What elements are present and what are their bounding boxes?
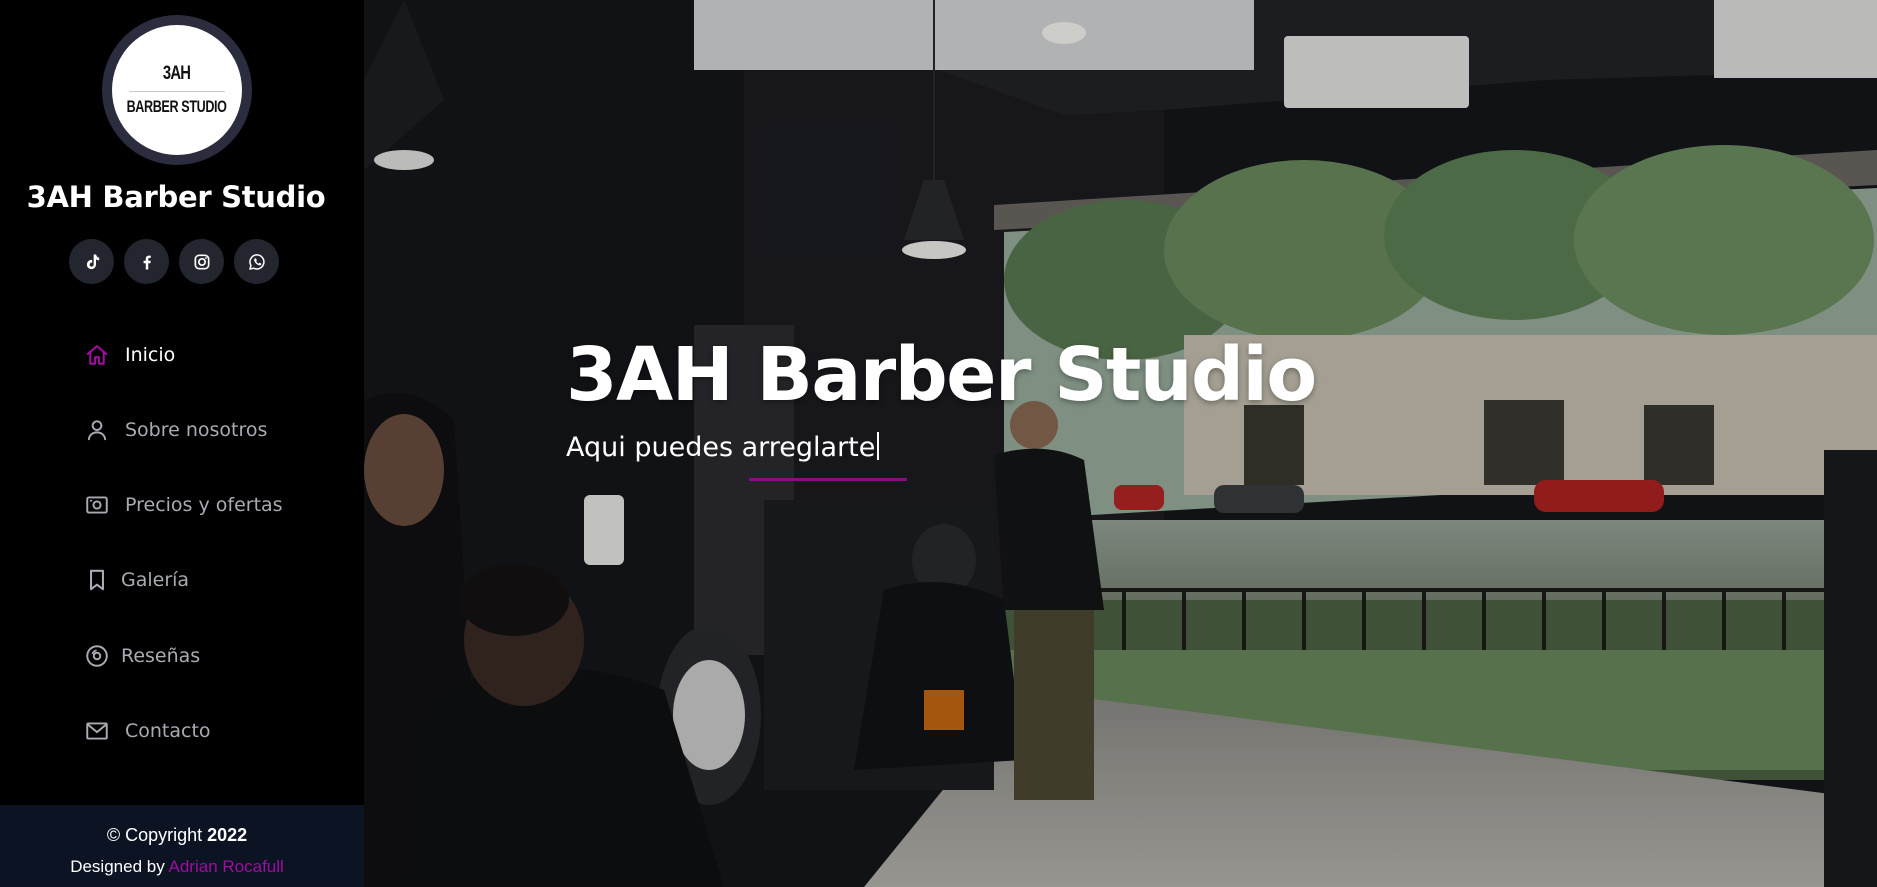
camera-icon	[82, 490, 112, 520]
logo[interactable]: 3AH BARBER STUDIO	[102, 15, 252, 165]
designed-by-prefix: Designed by	[70, 857, 165, 876]
nav-item-sobre-nosotros[interactable]: Sobre nosotros	[82, 415, 267, 445]
nav-label-inicio: Inicio	[125, 344, 176, 366]
sidebar-footer: © Copyright 2022 Designed by Adrian Roca…	[0, 805, 364, 887]
copyright-prefix: © Copyright	[106, 825, 203, 845]
social-links	[69, 239, 279, 284]
hero-subtitle-underline	[749, 478, 907, 481]
nav-label-galeria: Galería	[121, 569, 190, 591]
brand-name[interactable]: 3AH Barber Studio	[0, 180, 352, 214]
logo-disc: 3AH BARBER STUDIO	[112, 25, 242, 155]
logo-divider	[129, 91, 225, 92]
bookmark-icon	[82, 565, 112, 595]
home-icon	[82, 340, 112, 370]
designer-link[interactable]: Adrian Rocafull	[169, 857, 284, 876]
disc-icon	[82, 641, 112, 671]
facebook-link[interactable]	[124, 239, 169, 284]
hero-subtitle-wrap: Aqui puedes arreglarte	[566, 432, 907, 481]
nav-item-contacto[interactable]: Contacto	[82, 716, 211, 746]
hero-section: 3AH Barber Studio Aqui puedes arreglarte	[364, 0, 1877, 887]
instagram-link[interactable]	[179, 239, 224, 284]
nav-item-galeria[interactable]: Galería	[82, 565, 189, 595]
nav-item-inicio[interactable]: Inicio	[82, 340, 175, 370]
copyright-year: 2022	[207, 825, 248, 845]
typing-caret	[877, 432, 880, 460]
logo-text-top: 3AH	[163, 63, 191, 84]
whatsapp-link[interactable]	[234, 239, 279, 284]
instagram-icon	[194, 254, 209, 269]
nav-label-precios-y-ofertas: Precios y ofertas	[125, 494, 283, 516]
tiktok-icon	[86, 254, 99, 269]
nav-label-sobre-nosotros: Sobre nosotros	[125, 419, 268, 441]
designer-credit: Designed by Adrian Rocafull	[0, 857, 354, 877]
hero-title: 3AH Barber Studio	[566, 332, 1317, 418]
whatsapp-icon	[248, 253, 265, 270]
hero-text: 3AH Barber Studio Aqui puedes arreglarte	[566, 332, 1317, 481]
nav-item-resenas[interactable]: Reseñas	[82, 641, 200, 671]
nav-item-precios-y-ofertas[interactable]: Precios y ofertas	[82, 490, 283, 520]
tiktok-link[interactable]	[69, 239, 114, 284]
nav-label-resenas: Reseñas	[121, 645, 201, 667]
copyright-text: © Copyright 2022	[0, 825, 354, 846]
sidebar: 3AH BARBER STUDIO 3AH Barber Studio Inic…	[0, 0, 364, 887]
nav-label-contacto: Contacto	[125, 720, 211, 742]
facebook-icon	[143, 255, 151, 269]
envelope-icon	[82, 716, 112, 746]
logo-text-bottom: BARBER STUDIO	[126, 97, 228, 116]
hero-subtitle: Aqui puedes arreglarte	[566, 432, 876, 463]
user-icon	[82, 415, 112, 445]
